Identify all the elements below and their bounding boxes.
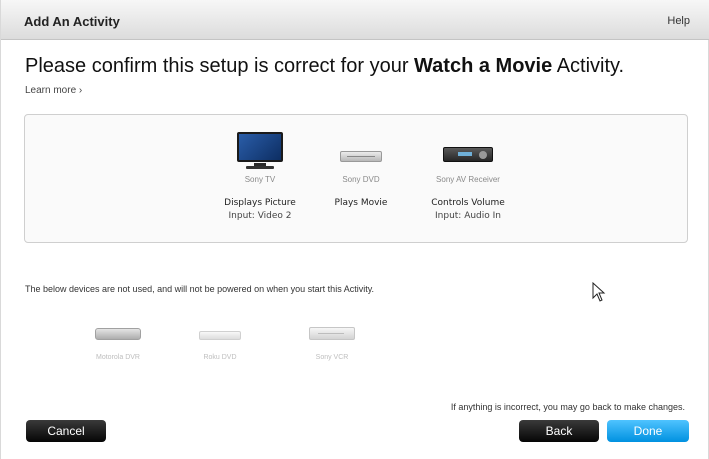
window-title: Add An Activity	[24, 14, 120, 29]
dvr-icon	[73, 322, 163, 346]
unused-devices-note: The below devices are not used, and will…	[25, 284, 375, 294]
unused-device-roku-dvd: Roku DVD	[175, 322, 265, 361]
add-activity-window: Add An Activity Help Please confirm this…	[0, 0, 709, 459]
device-name: Sony AV Receiver	[436, 175, 500, 184]
headline-prefix: Please confirm this setup is correct for…	[25, 55, 415, 77]
page-title: Please confirm this setup is correct for…	[25, 55, 624, 78]
used-devices-panel: Sony TV Displays Picture Input: Video 2 …	[24, 114, 688, 243]
tv-icon	[205, 129, 315, 169]
device-name: Motorola DVR	[96, 354, 140, 361]
device-name: Sony VCR	[315, 354, 349, 361]
unused-device-sony-vcr: Sony VCR	[287, 322, 377, 361]
learn-more-link[interactable]: Learn more ›	[25, 85, 82, 96]
device-input: Input: Video 2	[228, 211, 292, 221]
device-sony-tv: Sony TV Displays Picture Input: Video 2	[205, 129, 315, 221]
dvd-player-icon	[175, 322, 265, 346]
go-back-note: If anything is incorrect, you may go bac…	[450, 402, 685, 412]
vcr-icon	[287, 322, 377, 346]
headline-suffix: Activity.	[552, 55, 625, 77]
device-input: Input: Audio In	[435, 211, 501, 221]
activity-name: Watch a Movie	[414, 55, 553, 77]
help-link[interactable]: Help	[667, 15, 690, 27]
device-sony-dvd: Sony DVD Plays Movie	[306, 129, 416, 211]
device-name: Roku DVD	[203, 354, 237, 361]
device-name: Sony TV	[244, 175, 276, 184]
back-button[interactable]: Back	[519, 420, 599, 442]
dvd-player-icon	[306, 129, 416, 169]
device-role: Displays Picture	[224, 198, 296, 208]
mouse-pointer-icon	[592, 282, 606, 302]
av-receiver-icon	[413, 129, 523, 169]
unused-device-motorola-dvr: Motorola DVR	[73, 322, 163, 361]
title-bar: Add An Activity Help	[1, 0, 709, 40]
done-button[interactable]: Done	[607, 420, 689, 442]
device-role: Plays Movie	[334, 198, 388, 208]
cancel-button[interactable]: Cancel	[26, 420, 106, 442]
device-name: Sony DVD	[342, 175, 380, 184]
device-sony-av-receiver: Sony AV Receiver Controls Volume Input: …	[413, 129, 523, 221]
device-role: Controls Volume	[431, 198, 505, 208]
